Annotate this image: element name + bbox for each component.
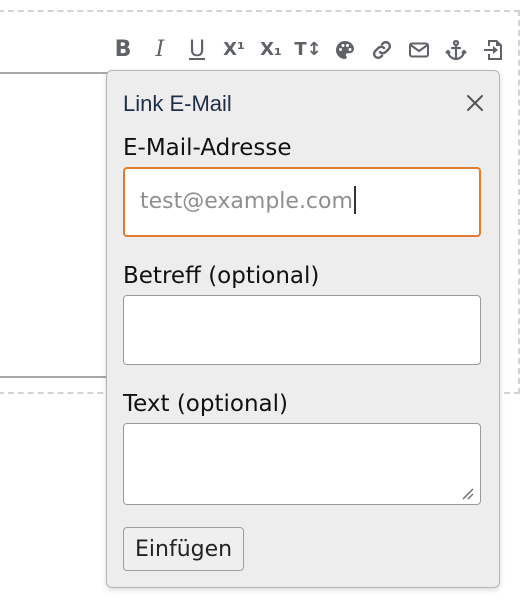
subject-label: Betreff (optional) xyxy=(123,263,320,289)
underline-icon: U xyxy=(188,37,206,62)
bold-icon: B xyxy=(114,37,132,62)
email-label: E-Mail-Adresse xyxy=(123,135,292,161)
editor-content-area[interactable] xyxy=(0,72,110,378)
subscript-icon: X₁ xyxy=(260,39,282,60)
insert-icon xyxy=(484,40,502,60)
link-email-dialog: Link E-Mail E-Mail-Adresse test@example.… xyxy=(106,70,500,588)
close-button[interactable] xyxy=(463,91,487,115)
underline-button[interactable]: U xyxy=(180,33,214,67)
font-size-icon: T↕ xyxy=(294,39,322,60)
insert-button[interactable] xyxy=(476,33,510,67)
email-placeholder-text: test@example.com xyxy=(140,189,353,214)
text-label: Text (optional) xyxy=(123,391,288,417)
link-icon xyxy=(372,40,392,60)
subscript-button[interactable]: X₁ xyxy=(254,33,288,67)
editor-toolbar: B I U X¹ X₁ T↕ xyxy=(16,30,510,70)
email-placeholder: test@example.com xyxy=(140,186,356,214)
text-caret xyxy=(353,186,356,214)
superscript-icon: X¹ xyxy=(223,39,245,60)
color-button[interactable] xyxy=(328,33,362,67)
anchor-icon xyxy=(445,39,467,61)
email-button[interactable] xyxy=(402,33,436,67)
font-size-button[interactable]: T↕ xyxy=(291,33,325,67)
palette-icon xyxy=(336,41,354,59)
anchor-button[interactable] xyxy=(439,33,473,67)
italic-button[interactable]: I xyxy=(143,33,177,67)
close-icon xyxy=(467,95,483,111)
email-field[interactable]: test@example.com xyxy=(123,167,481,237)
dialog-title: Link E-Mail xyxy=(123,91,232,116)
bold-button[interactable]: B xyxy=(106,33,140,67)
italic-icon: I xyxy=(155,37,165,62)
resize-handle-icon[interactable] xyxy=(460,486,474,500)
text-area[interactable] xyxy=(123,423,481,505)
email-icon xyxy=(409,42,429,58)
superscript-button[interactable]: X¹ xyxy=(217,33,251,67)
subject-field[interactable] xyxy=(123,295,481,365)
link-button[interactable] xyxy=(365,33,399,67)
insert-submit-button[interactable]: Einfügen xyxy=(123,527,245,571)
